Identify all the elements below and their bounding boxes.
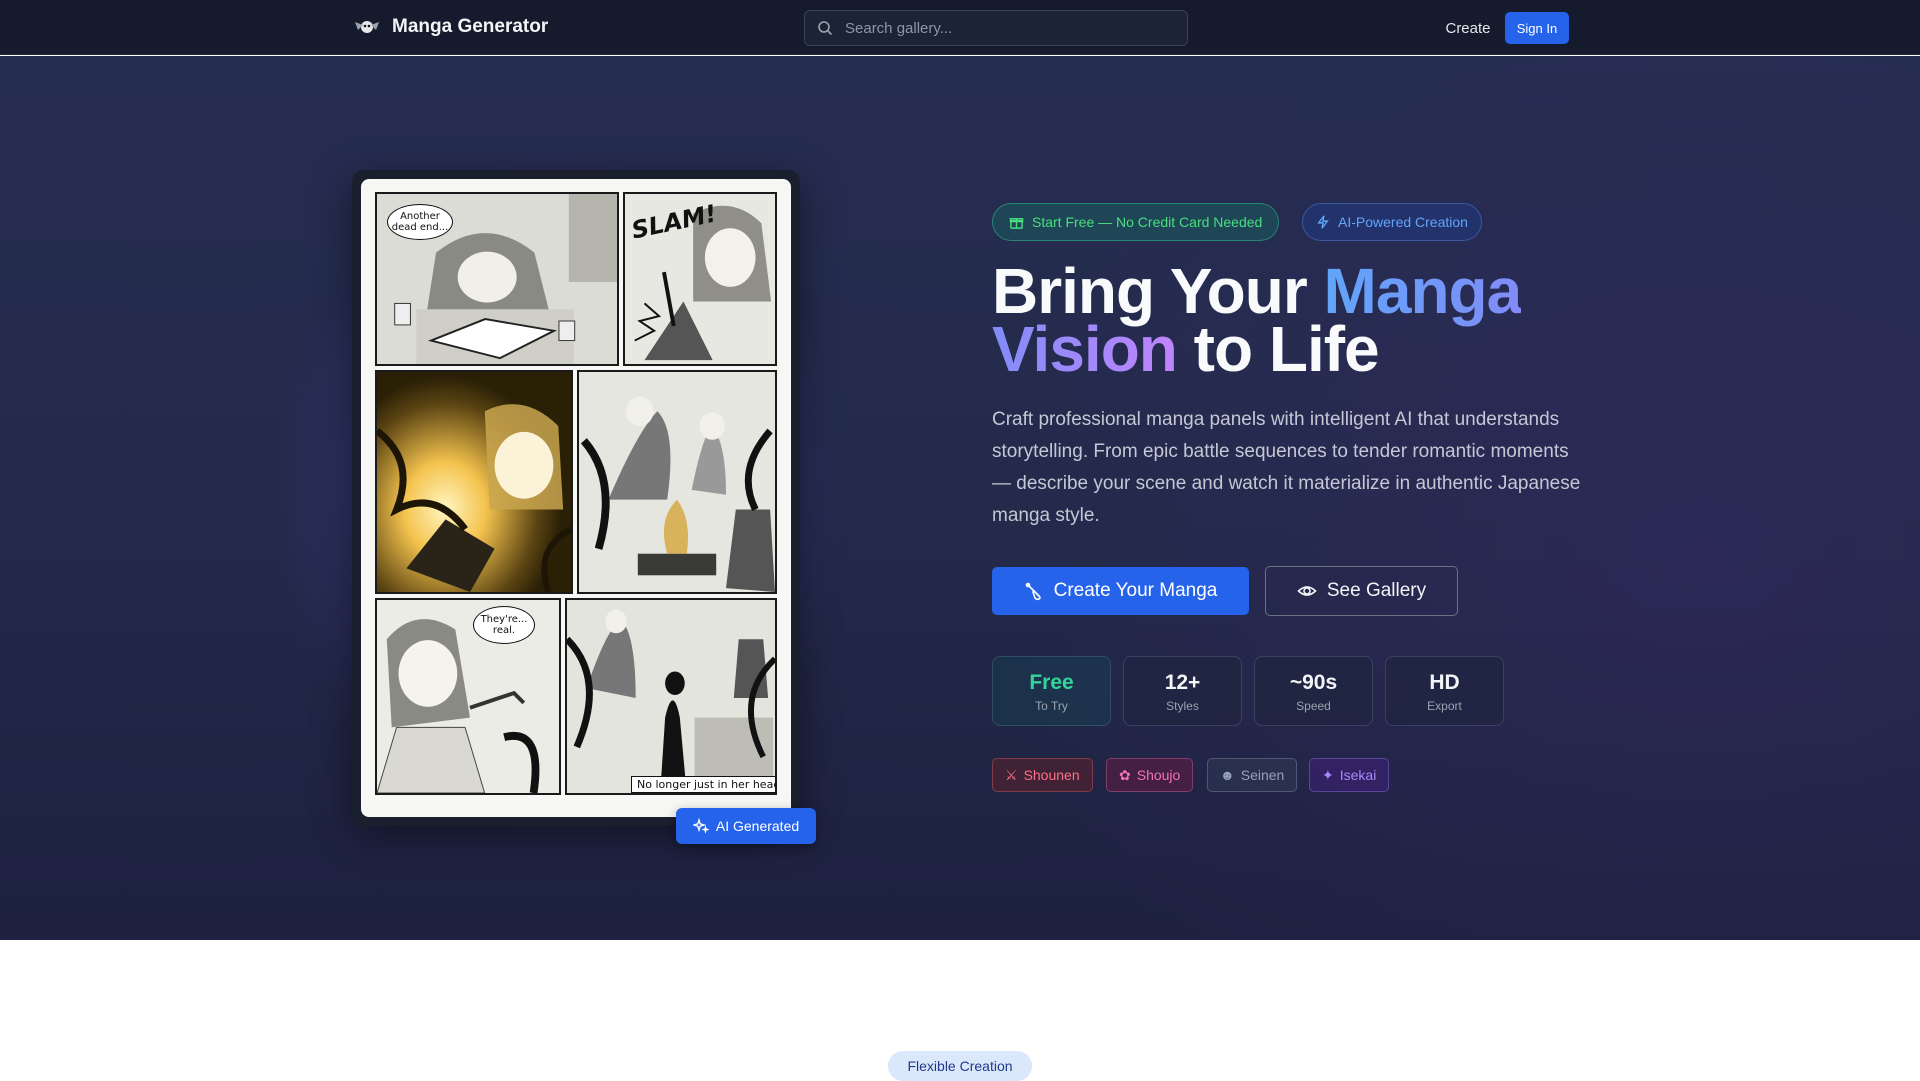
eye-icon [1297, 586, 1317, 596]
sparkles-icon: ✦ [1322, 766, 1334, 783]
comic-panel-glow [375, 370, 573, 594]
start-free-pill: Start Free — No Credit Card Needed [992, 203, 1280, 241]
stat-value: 12+ [1164, 671, 1201, 694]
genre-tag-label: Isekai [1339, 767, 1377, 783]
top-nav: Manga Generator Create Sign In [0, 0, 1920, 55]
comic-panel-crowd: No longer just in her head. [565, 598, 777, 795]
stat-value: ~90s [1289, 671, 1338, 694]
search-bar[interactable] [804, 10, 1188, 46]
brand-name: Manga Generator [392, 16, 549, 37]
genre-tag-label: Shoujo [1136, 767, 1181, 783]
sparkles-icon [692, 818, 709, 834]
see-gallery-button[interactable]: See Gallery [1265, 566, 1458, 616]
theater-masks-icon: ☻ [1220, 767, 1235, 783]
hero-description: Craft professional manga panels with int… [992, 409, 1581, 526]
sign-in-button[interactable]: Sign In [1505, 12, 1569, 44]
ai-powered-label: AI-Powered Creation [1338, 214, 1468, 230]
genre-tag-seinen[interactable]: ☻ Seinen [1207, 758, 1298, 792]
cherry-blossom-icon: ✿ [1119, 766, 1131, 783]
genre-tag-shounen[interactable]: ⚔ Shounen [992, 758, 1093, 792]
brush-icon [1025, 582, 1041, 601]
stat-label: Styles [1166, 699, 1199, 713]
stat-value: Free [1029, 671, 1074, 694]
see-gallery-label: See Gallery [1326, 580, 1427, 601]
ai-badge-label: AI Generated [715, 818, 800, 834]
stat-card-free: Free To Try [992, 656, 1111, 726]
ai-powered-pill: AI-Powered Creation [1302, 203, 1482, 241]
search-icon [818, 21, 833, 36]
comic-panel-samurai [577, 370, 777, 594]
ai-generated-badge: AI Generated [676, 808, 816, 844]
comic-preview-frame: Another dead end... SLAM! They're... rea… [352, 170, 800, 826]
stat-value: HD [1429, 671, 1460, 694]
speech-bubble: Another dead end... [387, 204, 453, 240]
speech-bubble: They're... real. [473, 606, 535, 644]
stat-card-speed: ~90s Speed [1254, 656, 1373, 726]
caption-box: No longer just in her head. [631, 776, 775, 793]
stat-card-styles: 12+ Styles [1123, 656, 1242, 726]
stat-card-export: HD Export [1385, 656, 1504, 726]
manga-logo-icon [355, 21, 379, 33]
hero-headline: Bring Your Manga Vision to Life [992, 259, 1612, 381]
nav-create-link[interactable]: Create [1440, 16, 1496, 40]
headline-accent-vision: Vision [992, 313, 1178, 385]
comic-panel-desk: Another dead end... [375, 192, 619, 366]
stat-label: Export [1427, 699, 1462, 713]
create-manga-button[interactable]: Create Your Manga [992, 567, 1249, 615]
genre-tag-label: Shounen [1023, 767, 1080, 783]
search-input[interactable] [833, 11, 1187, 45]
genre-tag-shoujo[interactable]: ✿ Shoujo [1106, 758, 1194, 792]
flexible-creation-pill: Flexible Creation [888, 1051, 1032, 1081]
genre-tag-label: Seinen [1240, 767, 1285, 783]
comic-panel-slam: SLAM! [623, 192, 777, 366]
comic-page: Another dead end... SLAM! They're... rea… [361, 179, 791, 817]
stat-label: To Try [1035, 699, 1068, 713]
crossed-swords-icon: ⚔ [1005, 766, 1018, 783]
headline-part2: to Life [1176, 313, 1380, 385]
gift-icon [1009, 217, 1024, 229]
start-free-label: Start Free — No Credit Card Needed [1032, 214, 1263, 230]
stat-label: Speed [1296, 699, 1331, 713]
brand[interactable]: Manga Generator [352, 14, 548, 40]
comic-panel-reach: They're... real. [375, 598, 561, 795]
create-manga-label: Create Your Manga [1053, 580, 1218, 601]
lightning-icon [1317, 215, 1329, 229]
genre-tag-isekai[interactable]: ✦ Isekai [1309, 758, 1390, 792]
hero-section [0, 56, 1920, 940]
